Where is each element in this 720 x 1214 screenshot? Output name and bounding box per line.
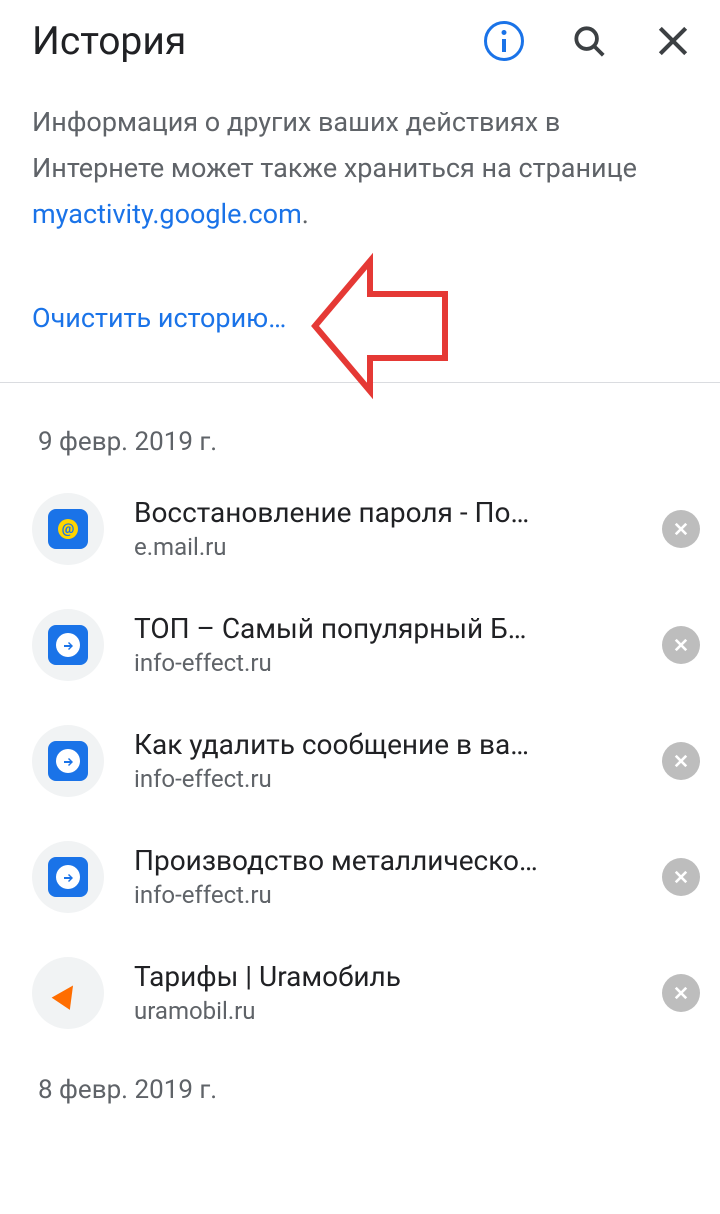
history-list: 9 февр. 2019 г. @ Восстановление пароля … (0, 383, 720, 1119)
entry-text: Восстановление пароля - По… e.mail.ru (134, 496, 632, 561)
favicon-badge: @ (32, 493, 104, 565)
entry-title: Как удалить сообщение в ва… (134, 728, 632, 761)
favicon-badge (32, 957, 104, 1029)
close-icon (654, 22, 692, 60)
close-icon (672, 752, 690, 770)
info-icon (484, 21, 524, 61)
site-arrow-icon (48, 625, 88, 665)
favicon-badge (32, 609, 104, 681)
entry-text: ТОП – Самый популярный Б… info-effect.ru (134, 612, 632, 677)
history-entry[interactable]: ТОП – Самый популярный Б… info-effect.ru (0, 587, 720, 703)
header-actions (484, 21, 692, 61)
close-button[interactable] (654, 22, 692, 60)
remove-entry-button[interactable] (662, 626, 700, 664)
entry-domain: uramobil.ru (134, 997, 632, 1025)
history-entry[interactable]: Тарифы | Uraмобиль uramobil.ru (0, 935, 720, 1051)
remove-entry-button[interactable] (662, 974, 700, 1012)
close-icon (672, 520, 690, 538)
entry-text: Производство металлическо… info-effect.r… (134, 844, 632, 909)
history-entry[interactable]: @ Восстановление пароля - По… e.mail.ru (0, 471, 720, 587)
date-header: 9 февр. 2019 г. (0, 383, 720, 471)
history-entry[interactable]: Как удалить сообщение в ва… info-effect.… (0, 703, 720, 819)
entry-domain: info-effect.ru (134, 881, 632, 909)
entry-title: Производство металлическо… (134, 844, 632, 877)
close-icon (672, 868, 690, 886)
myactivity-link[interactable]: myactivity.google.com (32, 198, 302, 230)
entry-domain: e.mail.ru (134, 533, 632, 561)
entry-domain: info-effect.ru (134, 765, 632, 793)
mailru-icon: @ (48, 509, 88, 549)
history-entry[interactable]: Производство металлическо… info-effect.r… (0, 819, 720, 935)
entry-title: ТОП – Самый популярный Б… (134, 612, 632, 645)
page-title: История (32, 18, 484, 64)
remove-entry-button[interactable] (662, 858, 700, 896)
favicon-badge (32, 841, 104, 913)
search-button[interactable] (570, 22, 608, 60)
entry-domain: info-effect.ru (134, 649, 632, 677)
clear-history-link[interactable]: Очистить историю… (32, 302, 286, 334)
entry-text: Тарифы | Uraмобиль uramobil.ru (134, 960, 632, 1025)
close-icon (672, 984, 690, 1002)
app-header: История (0, 0, 720, 90)
entry-text: Как удалить сообщение в ва… info-effect.… (134, 728, 632, 793)
site-arrow-icon (48, 857, 88, 897)
banner-text-after: . (302, 198, 309, 230)
favicon-badge (32, 725, 104, 797)
search-icon (570, 22, 608, 60)
date-header: 8 февр. 2019 г. (0, 1051, 720, 1119)
entry-title: Тарифы | Uraмобиль (134, 960, 632, 993)
banner-text-before: Информация о других ваших действиях в Ин… (32, 106, 637, 184)
remove-entry-button[interactable] (662, 742, 700, 780)
info-button[interactable] (484, 21, 524, 61)
remove-entry-button[interactable] (662, 510, 700, 548)
entry-title: Восстановление пароля - По… (134, 496, 632, 529)
close-icon (672, 636, 690, 654)
activity-banner: Информация о других ваших действиях в Ин… (0, 90, 720, 382)
uramobil-icon (52, 979, 83, 1010)
site-arrow-icon (48, 741, 88, 781)
